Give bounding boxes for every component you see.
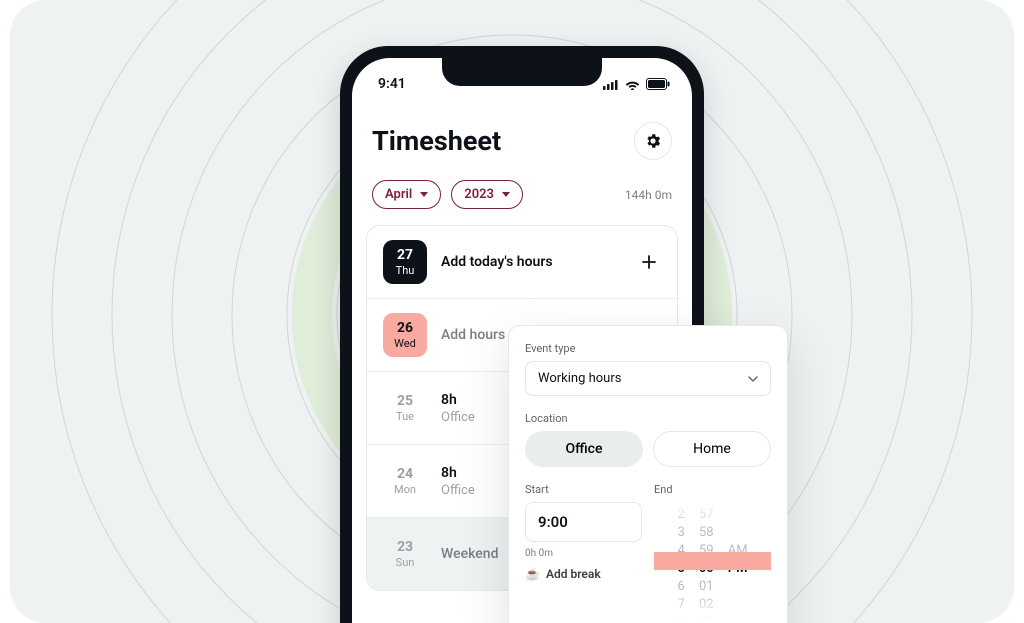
day-box: 23 Sun [383, 532, 427, 576]
plus-icon [641, 254, 657, 270]
wifi-icon [625, 79, 640, 90]
location-home-button[interactable]: Home [653, 431, 771, 467]
day-box: 25 Tue [383, 386, 427, 430]
location-label: Location [525, 412, 771, 425]
phone-notch [442, 58, 602, 86]
battery-icon [646, 78, 670, 90]
month-picker[interactable]: April [372, 180, 441, 209]
add-hours-popover: Event type Working hours Location Office… [508, 325, 788, 623]
end-label: End [654, 483, 771, 496]
location-office-button[interactable]: Office [525, 431, 643, 467]
total-hours: 144h 0m [625, 188, 672, 202]
add-hours-button[interactable] [637, 250, 661, 274]
day-box: 26 Wed [383, 313, 427, 357]
hero-canvas: 9:41 Timesheet April 202 [10, 0, 1014, 623]
gear-icon [644, 132, 662, 150]
event-type-select[interactable]: Working hours [525, 361, 771, 396]
start-time-input[interactable]: 9:00 [525, 502, 642, 542]
caret-down-icon [502, 192, 510, 197]
add-break-button[interactable]: ☕ Add break [525, 567, 642, 581]
row-label: Add today's hours [441, 254, 623, 270]
caret-down-icon [420, 192, 428, 197]
day-row-today[interactable]: 27 Thu Add today's hours [367, 226, 677, 298]
event-type-value: Working hours [538, 371, 621, 386]
start-label: Start [525, 483, 642, 496]
cellular-icon [603, 79, 619, 90]
wheel-selection-band [654, 552, 771, 570]
day-box: 27 Thu [383, 240, 427, 284]
day-box: 24 Mon [383, 459, 427, 503]
status-time: 9:41 [378, 76, 406, 92]
duration-text: 0h 0m [525, 548, 642, 559]
coffee-icon: ☕ [525, 567, 540, 581]
settings-button[interactable] [634, 122, 672, 160]
end-time-wheel[interactable]: 2 3 4 5 6 7 8 57 58 59 00 [654, 502, 771, 620]
year-label: 2023 [464, 187, 494, 202]
filters-row: April 2023 144h 0m [352, 166, 692, 225]
chevron-down-icon [748, 376, 758, 382]
event-type-label: Event type [525, 342, 771, 355]
month-label: April [385, 187, 412, 202]
add-break-label: Add break [546, 567, 601, 581]
year-picker[interactable]: 2023 [451, 180, 523, 209]
page-title: Timesheet [372, 125, 501, 157]
